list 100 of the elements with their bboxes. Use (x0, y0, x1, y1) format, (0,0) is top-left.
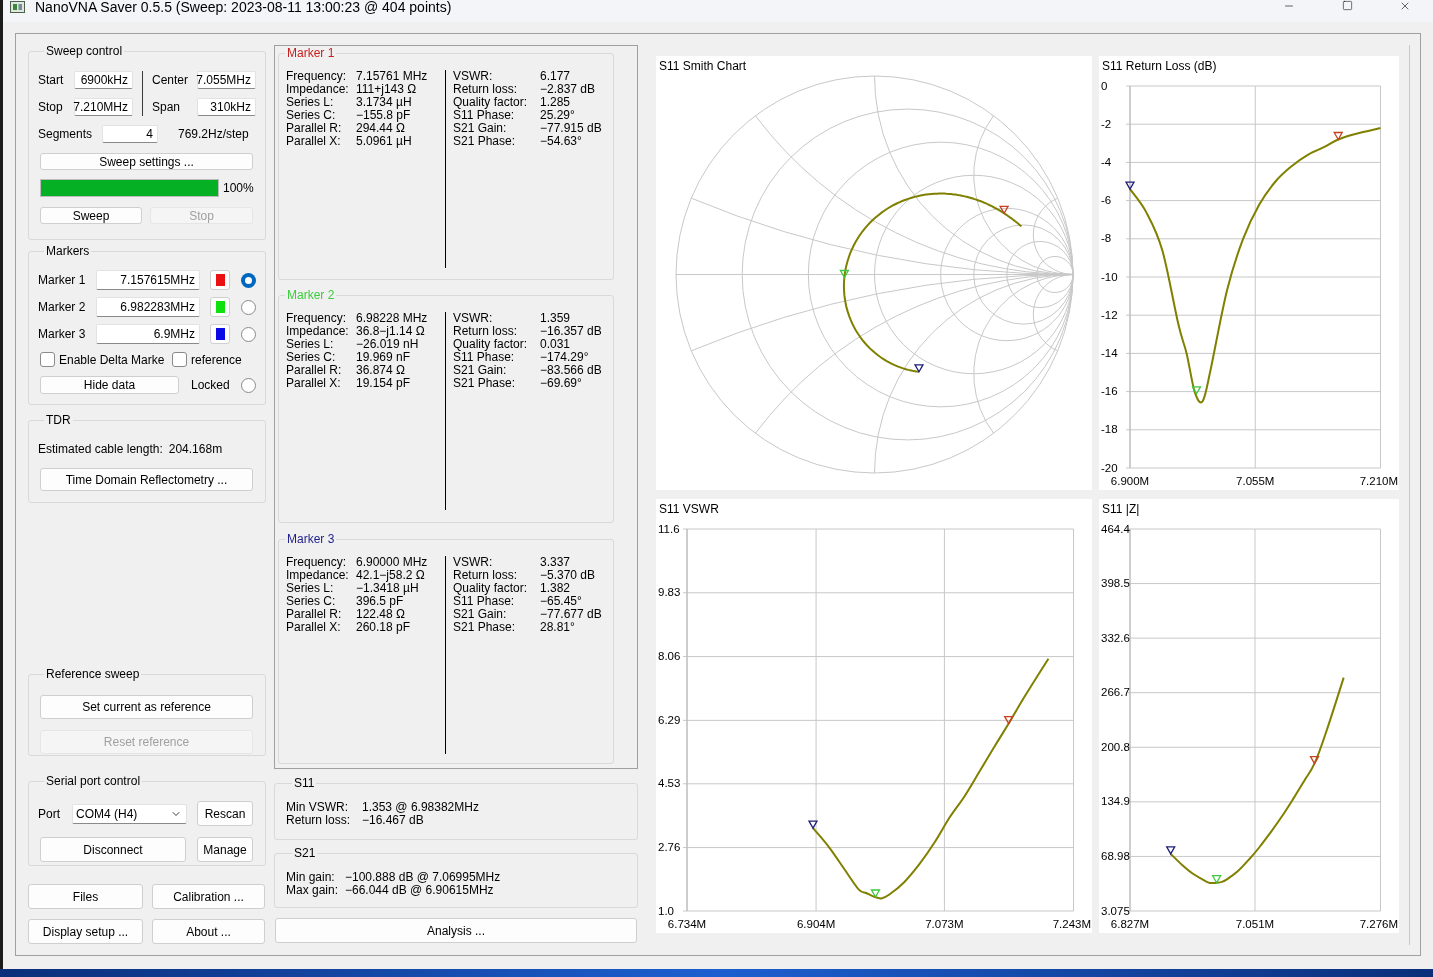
tick-label: 464.4 (1101, 522, 1130, 535)
radio-button[interactable] (241, 272, 256, 288)
summary-label: Min VSWR: (286, 801, 349, 814)
marker-label: Marker 2 (38, 299, 87, 316)
group-title: Markers (45, 244, 91, 258)
group-title: Marker 1 (286, 46, 336, 60)
tick-label: 6.734M (667, 918, 707, 931)
data-label: Impedance: (286, 569, 350, 582)
tick-label: 7.073M (925, 918, 964, 931)
tick-label: 0 (1101, 79, 1108, 92)
frequency-field[interactable]: 7.210MHz (74, 98, 133, 116)
frequency-field[interactable]: 310kHz (197, 98, 256, 116)
field-label: Span (152, 99, 182, 116)
radio-button[interactable] (241, 299, 256, 315)
field-label: Start (38, 72, 65, 89)
manage-button[interactable]: Manage (197, 837, 253, 862)
data-value: 1.359 (540, 312, 572, 325)
radio-button[interactable] (241, 377, 256, 393)
tick-label: -20 (1101, 461, 1118, 474)
data-value: 396.5 pF (356, 595, 404, 608)
tdr-button[interactable]: Time Domain Reflectometry ... (40, 468, 253, 491)
push-button[interactable]: About ... (152, 919, 265, 944)
data-value: 42.1−j58.2 Ω (356, 569, 426, 582)
push-button[interactable]: Calibration ... (152, 884, 265, 909)
data-label: Quality factor: (453, 582, 529, 595)
data-value: 36.8−j1.14 Ω (356, 325, 426, 338)
push-button[interactable]: Files (28, 884, 143, 909)
rescan-button[interactable]: Rescan (197, 801, 253, 826)
data-value: −16.357 dB (540, 325, 602, 338)
data-label: Return loss: (453, 325, 519, 338)
group-title: Sweep control (45, 44, 124, 58)
color-button[interactable] (210, 270, 230, 290)
window-title: NanoVNA Saver 0.5.5 (Sweep: 2023-08-11 13:00:23 @ 404 points) (35, 0, 452, 15)
segments-field[interactable]: 4 (102, 125, 158, 143)
marker-frequency-field[interactable]: 7.157615MHz (96, 270, 200, 290)
data-value: 25.29° (540, 109, 576, 122)
checkbox[interactable] (40, 352, 55, 367)
data-label: Series L: (286, 96, 334, 109)
hide-data-button[interactable]: Hide data (40, 376, 179, 394)
checkbox[interactable] (172, 352, 187, 367)
frequency-field[interactable]: 6900kHz (74, 71, 133, 89)
tick-label: 7.276M (1359, 918, 1398, 931)
data-value: 3.337 (540, 556, 572, 569)
tick-label: 200.8 (1101, 740, 1130, 753)
group-title: S11 (293, 776, 316, 790)
tick-label: -18 (1101, 423, 1118, 436)
tick-label: 7.055M (1236, 475, 1275, 488)
marker-frequency-field[interactable]: 6.9MHz (96, 324, 200, 344)
chart-title: S11 VSWR (659, 502, 719, 517)
data-value: 294.44 Ω (356, 122, 405, 135)
frequency-field[interactable]: 7.055MHz (197, 71, 256, 89)
data-label: Quality factor: (453, 338, 529, 351)
data-value: −69.69° (540, 377, 583, 390)
color-button[interactable] (210, 297, 230, 317)
analysis-button[interactable]: Analysis ... (275, 918, 637, 943)
marker-label: Marker 1 (38, 272, 87, 289)
marker-label: Marker 3 (38, 326, 87, 343)
data-value: 5.0961 µH (356, 135, 413, 148)
maximize-icon (1341, 0, 1353, 11)
locked-label: Locked (191, 377, 230, 394)
summary-label: Min gain: (286, 871, 336, 884)
data-label: Series C: (286, 109, 337, 122)
data-label: Parallel R: (286, 608, 343, 621)
summary-value: −66.044 dB @ 6.90615MHz (345, 884, 495, 897)
progress-text: 100% (223, 180, 254, 197)
tick-label: 6.29 (658, 713, 681, 726)
data-value: 28.81° (540, 621, 576, 634)
set-reference-button[interactable]: Set current as reference (40, 695, 253, 719)
field-label: Center (152, 72, 190, 89)
data-value: 3.1734 µH (356, 96, 413, 109)
data-label: S21 Gain: (453, 364, 508, 377)
group-title: TDR (45, 413, 72, 427)
radio-button[interactable] (241, 326, 256, 342)
data-label: S21 Gain: (453, 122, 508, 135)
sweep-button[interactable]: Sweep (40, 207, 142, 224)
data-label: VSWR: (453, 556, 494, 569)
tick-label: -6 (1101, 194, 1112, 207)
data-label: Impedance: (286, 83, 350, 96)
data-value: 19.154 pF (356, 377, 412, 390)
tick-label: -2 (1101, 117, 1112, 130)
tick-label: -16 (1101, 385, 1118, 398)
data-value: −77.677 dB (540, 608, 602, 621)
tick-label: -14 (1101, 346, 1118, 359)
data-value: −155.8 pF (356, 109, 412, 122)
port-dropdown[interactable]: COM4 (H4) (72, 803, 187, 824)
data-value: 122.48 Ω (356, 608, 406, 621)
chart-title: S11 Return Loss (dB) (1102, 59, 1217, 74)
chart-title: S11 Smith Chart (659, 59, 747, 74)
data-value: −5.370 dB (540, 569, 597, 582)
data-label: Series C: (286, 351, 337, 364)
color-button[interactable] (210, 324, 230, 344)
data-value: −83.566 dB (540, 364, 602, 377)
data-value: 1.382 (540, 582, 572, 595)
summary-value: −16.467 dB (362, 814, 425, 827)
tick-label: 7.210M (1359, 475, 1398, 488)
disconnect-button[interactable]: Disconnect (40, 837, 186, 862)
sweep-settings-button[interactable]: Sweep settings ... (40, 153, 253, 170)
marker-frequency-field[interactable]: 6.982283MHz (96, 297, 200, 317)
chart-title: S11 |Z| (1102, 502, 1140, 517)
push-button[interactable]: Display setup ... (28, 919, 143, 944)
